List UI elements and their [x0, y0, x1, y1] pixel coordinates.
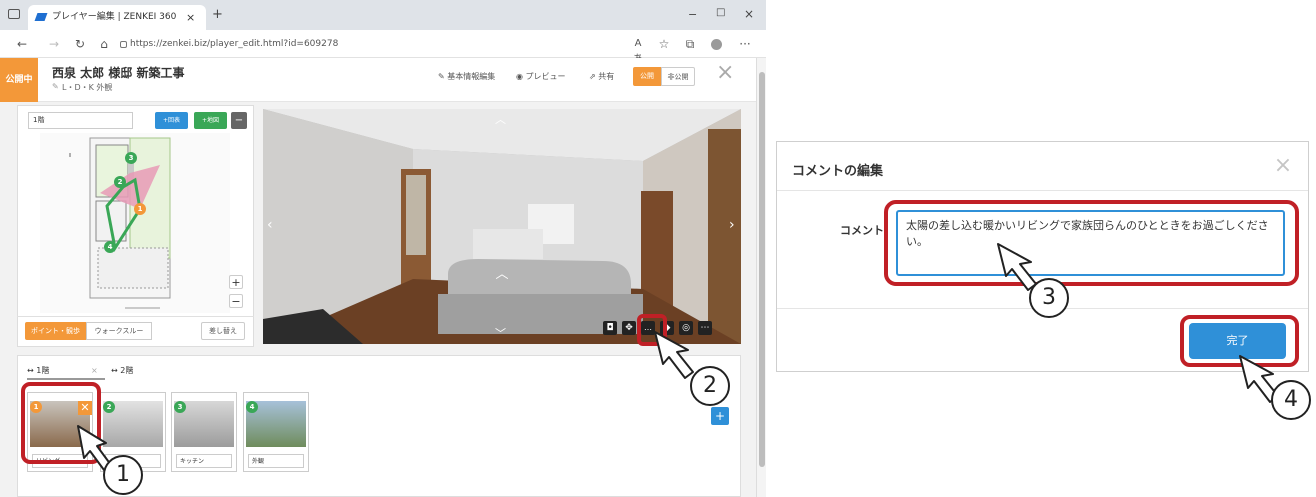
step-callout-1: 1 — [103, 455, 143, 495]
step-callout-4: 4 — [1271, 380, 1311, 420]
step-callout-2: 2 — [690, 366, 730, 406]
step-callout-3: 3 — [1029, 278, 1069, 318]
pointer-arrow-3 — [997, 243, 1037, 291]
pointer-arrow-2 — [654, 331, 694, 379]
pointer-overlay — [77, 243, 1279, 471]
